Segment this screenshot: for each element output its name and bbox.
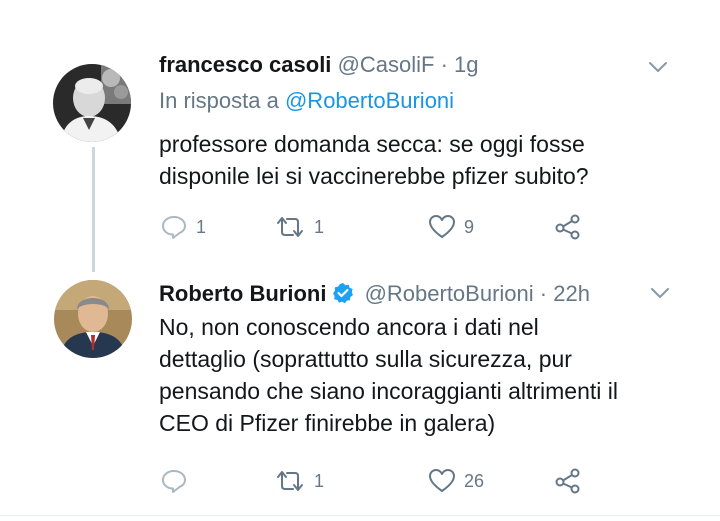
timestamp[interactable]: 22h (553, 281, 590, 306)
verified-badge-icon (332, 282, 354, 310)
like-button[interactable]: 9 (428, 212, 474, 242)
chevron-down-icon (649, 62, 667, 72)
retweet-icon (277, 471, 303, 491)
display-name[interactable]: Roberto Burioni (159, 281, 326, 306)
like-button[interactable]: 26 (428, 466, 484, 496)
tweet-header: francesco casoli @CasoliF · 1g (159, 52, 479, 78)
tweet-text-line: pensando che siano incoraggianti altrime… (159, 378, 619, 404)
reply-count: 1 (196, 216, 207, 237)
like-icon (429, 215, 455, 238)
retweet-button[interactable]: 1 (274, 212, 324, 242)
reply-icon (162, 216, 186, 239)
retweet-icon (277, 217, 303, 237)
separator-dot: · (539, 281, 548, 306)
avatar-burioni-image (54, 280, 132, 358)
share-button[interactable] (554, 212, 582, 242)
tweet-text-line: CEO di Pfizer finirebbe in galera) (159, 410, 496, 436)
user-handle[interactable]: @RobertoBurioni (365, 281, 534, 306)
avatar-casoli[interactable] (53, 64, 131, 142)
share-button[interactable] (554, 466, 582, 496)
retweet-button[interactable]: 1 (274, 466, 324, 496)
reply-context: In risposta a @RobertoBurioni (159, 88, 454, 114)
reply-button[interactable] (160, 466, 196, 496)
chevron-down-icon (651, 288, 669, 298)
separator-dot: · (440, 52, 448, 77)
tweet-actions: 1 26 (160, 466, 620, 496)
user-handle[interactable]: @CasoliF (338, 52, 435, 77)
like-icon (429, 469, 455, 492)
tweet-actions: 1 1 9 (160, 212, 620, 242)
share-icon (555, 214, 580, 240)
divider (0, 515, 720, 516)
tweet-menu-button[interactable] (648, 60, 668, 79)
display-name[interactable]: francesco casoli (159, 52, 331, 77)
reply-icon (162, 470, 186, 493)
like-count: 9 (464, 216, 475, 237)
retweet-count: 1 (314, 470, 325, 491)
tweet-text-line: dettaglio (soprattutto sulla sicurezza, … (159, 346, 572, 372)
tweet-text-line: disponile lei si vaccinerebbe pfizer sub… (159, 163, 589, 189)
share-icon (555, 468, 580, 494)
tweet-text: No, non conoscendo ancora i dati nel det… (159, 311, 689, 439)
reply-to-label: In risposta a (159, 88, 279, 113)
like-count: 26 (464, 470, 485, 491)
timestamp[interactable]: 1g (454, 52, 478, 77)
reply-mention-link[interactable]: @RobertoBurioni (285, 88, 454, 113)
avatar-burioni[interactable] (54, 280, 132, 358)
avatar-casoli-image (53, 64, 131, 142)
tweet-text: professore domanda secca: se oggi fosse … (159, 128, 679, 192)
tweet-text-line: No, non conoscendo ancora i dati nel (159, 314, 539, 340)
reply-button[interactable]: 1 (160, 212, 206, 242)
tweet-text-line: professore domanda secca: se oggi fosse (159, 131, 585, 157)
tweet-header: Roberto Burioni @RobertoBurioni · 22h (159, 281, 590, 310)
retweet-count: 1 (314, 216, 325, 237)
tweet-menu-button[interactable] (650, 286, 670, 305)
